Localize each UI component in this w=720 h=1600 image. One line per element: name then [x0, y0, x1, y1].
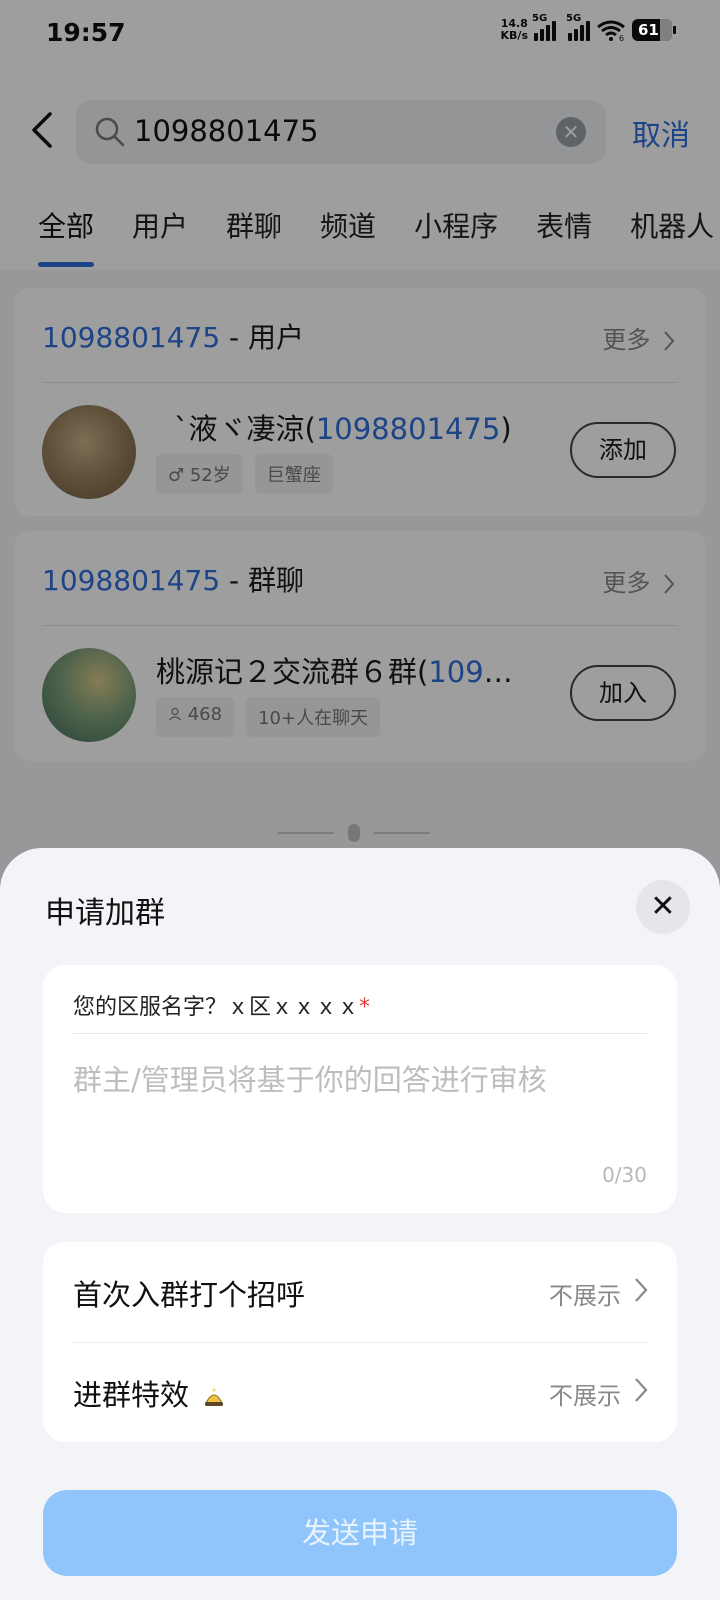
question-label: 您的区服名字？ｘ区ｘｘｘｘ*: [73, 995, 371, 1020]
answer-input[interactable]: [73, 1057, 647, 1147]
divider: [73, 1033, 647, 1034]
chevron-right-icon: [635, 1278, 648, 1302]
close-icon[interactable]: ✕: [636, 880, 690, 934]
options-card: 首次入群打个招呼 不展示 进群特效 不展示: [43, 1242, 677, 1442]
join-effect-option-row[interactable]: 进群特效 不展示: [43, 1342, 677, 1442]
crown-hat-icon: [205, 1388, 224, 1406]
greeting-option-row[interactable]: 首次入群打个招呼 不展示: [43, 1242, 677, 1342]
sheet-title: 申请加群: [45, 896, 165, 931]
join-request-sheet: 申请加群 ✕ 您的区服名字？ｘ区ｘｘｘｘ* 0/30 首次入群打个招呼 不展示 …: [0, 848, 720, 1600]
send-request-button[interactable]: 发送申请: [43, 1490, 677, 1576]
char-counter: 0/30: [602, 1163, 647, 1187]
question-card: 您的区服名字？ｘ区ｘｘｘｘ* 0/30: [43, 965, 677, 1213]
chevron-right-icon: [635, 1378, 648, 1402]
